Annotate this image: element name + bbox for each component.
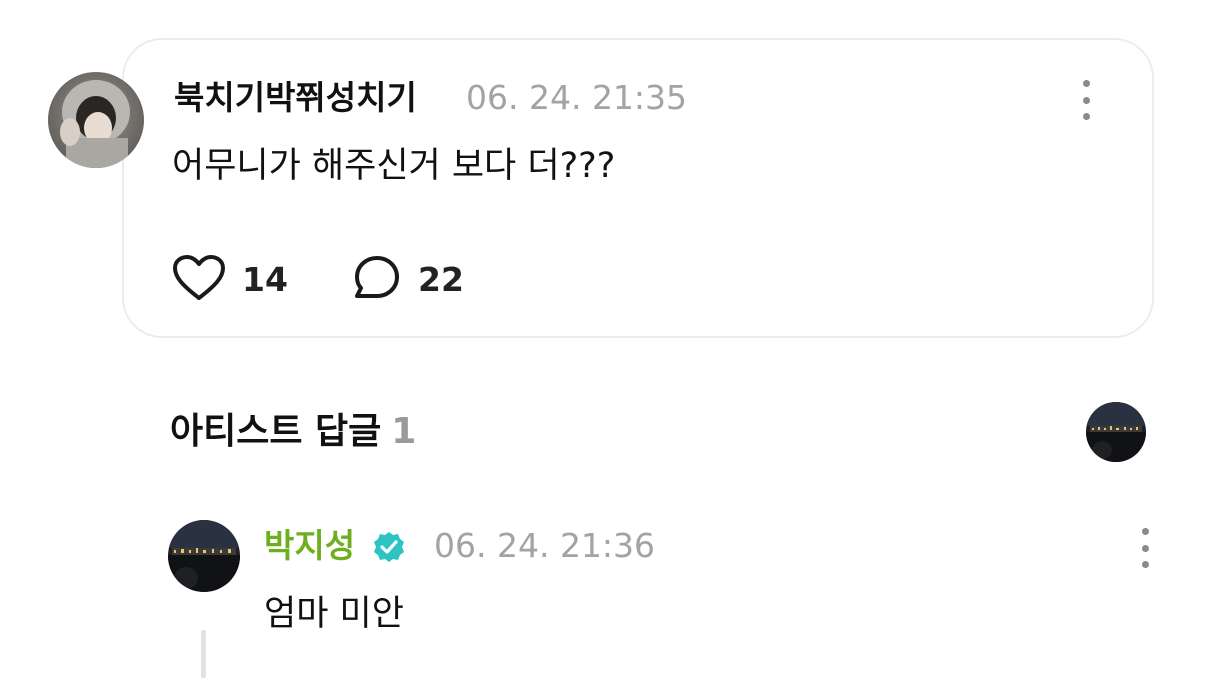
avatar[interactable]: [48, 72, 144, 168]
speech-bubble-icon: [352, 254, 402, 306]
reply-timestamp: 06. 24. 21:36: [434, 526, 656, 565]
more-dot: [1141, 544, 1149, 552]
artist-avatar-small[interactable]: [1086, 402, 1146, 462]
heart-icon: [172, 254, 226, 306]
reply-text: 엄마 미안: [264, 594, 404, 634]
like-count: 14: [242, 260, 288, 299]
more-dot: [1082, 113, 1090, 120]
thread-line: [201, 630, 206, 678]
reply-button[interactable]: 22: [352, 254, 464, 306]
comment-author-name[interactable]: 북치기박쮜성치기: [174, 78, 417, 118]
more-dot: [1141, 561, 1149, 568]
reply-author-name[interactable]: 박지성: [264, 526, 355, 566]
reply-count: 22: [418, 260, 464, 299]
reply-more-button[interactable]: [1137, 528, 1153, 568]
comment-card: 북치기박쮜성치기 06. 24. 21:35 어무니가 해주신거 보다 더???…: [122, 38, 1154, 338]
comment-text: 어무니가 해주신거 보다 더???: [172, 146, 616, 186]
more-dot: [1082, 96, 1090, 104]
comment-more-button[interactable]: [1078, 80, 1094, 120]
artist-replies-title: 아티스트 답글: [170, 411, 382, 452]
artist-replies-count: 1: [391, 411, 417, 452]
artist-replies-header: 아티스트 답글 1: [170, 410, 416, 454]
comment-timestamp: 06. 24. 21:35: [466, 78, 688, 117]
verified-badge-icon: [372, 530, 406, 564]
page: 북치기박쮜성치기 06. 24. 21:35 어무니가 해주신거 보다 더???…: [0, 0, 1206, 678]
like-button[interactable]: 14: [172, 254, 288, 306]
more-dot: [1141, 528, 1149, 535]
more-dot: [1082, 80, 1090, 87]
artist-avatar[interactable]: [168, 520, 240, 592]
